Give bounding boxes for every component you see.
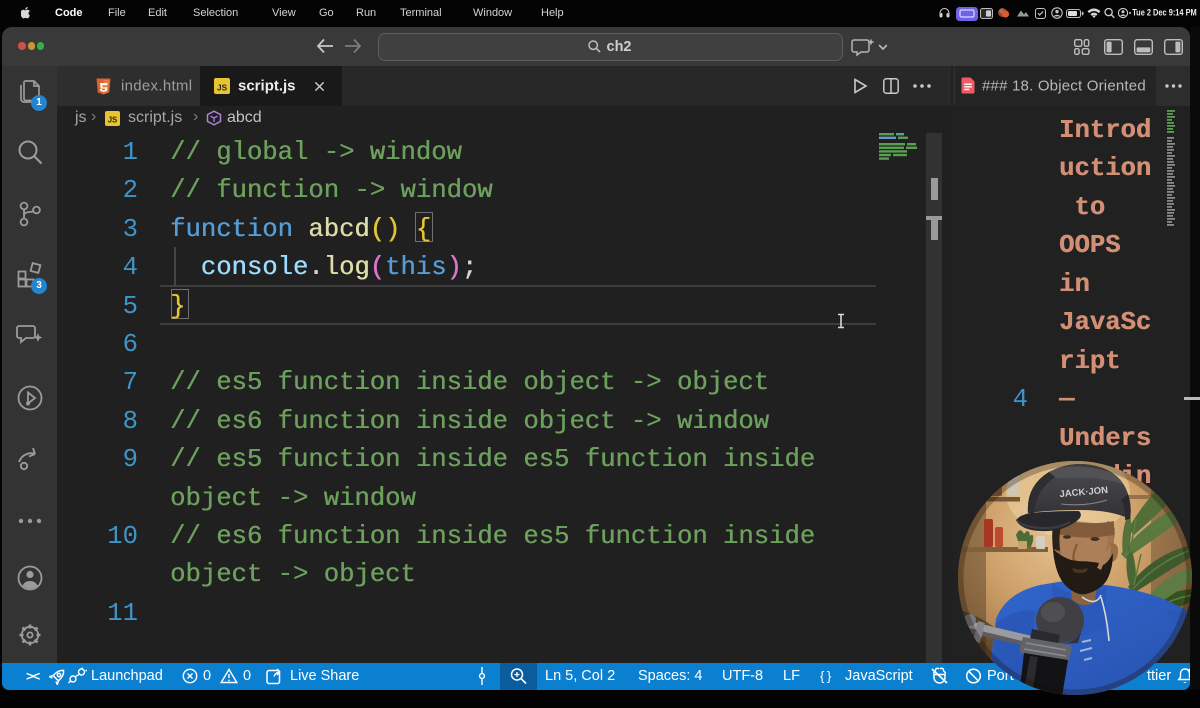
svg-text:JS: JS — [217, 82, 228, 92]
svg-text:JS: JS — [108, 116, 118, 125]
